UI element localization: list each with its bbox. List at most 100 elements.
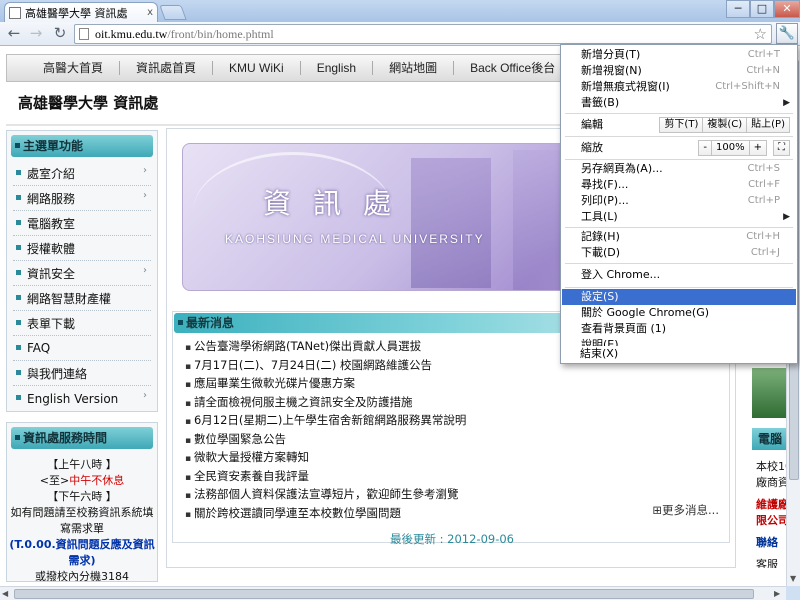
scroll-left-arrow-icon[interactable]: ◀ — [2, 589, 8, 598]
submenu-arrow-icon: ▶ — [783, 98, 790, 108]
sidebar-item-form-downloads[interactable]: 表單下載 — [13, 311, 151, 336]
site-title: 高雄醫學大學 資訊處 — [18, 94, 159, 112]
menu-shortcut: Ctrl+H — [746, 231, 780, 242]
sidebar-item-computer-classroom[interactable]: 電腦教室 — [13, 211, 151, 236]
new-tab-button[interactable] — [159, 5, 187, 20]
chevron-right-icon: › — [143, 390, 147, 401]
url-host: oit.kmu.edu.tw — [95, 26, 168, 41]
back-arrow-icon[interactable]: ← — [4, 25, 24, 43]
window-close-button[interactable]: ✕ — [774, 0, 800, 18]
menu-new-window[interactable]: 新增視窗(N) Ctrl+N — [562, 63, 796, 79]
sidebar-item-licensed-software[interactable]: 授權軟體 — [13, 236, 151, 261]
sidebar-item-info-security[interactable]: 資訊安全 › — [13, 261, 151, 286]
hours-request-link[interactable]: (T.0.00.資訊問題反應及資訊需求) — [9, 537, 155, 569]
paste-button[interactable]: 貼上(P) — [746, 117, 790, 133]
menu-sign-in[interactable]: 登入 Chrome... — [562, 267, 796, 283]
banner-title: 資訊處 — [263, 187, 414, 220]
page-icon — [79, 28, 89, 40]
menu-new-tab[interactable]: 新增分頁(T) Ctrl+T — [562, 47, 796, 63]
browser-titlebar: 高雄醫學大學 資訊處 x ─ □ ✕ — [0, 0, 800, 22]
tab-title: 高雄醫學大學 資訊處 — [25, 6, 128, 20]
sidebar-item-label: 授權軟體 — [27, 241, 76, 256]
bullet-icon — [16, 270, 21, 275]
address-bar[interactable]: oit.kmu.edu.tw /front/bin/home.phtml ☆ — [74, 24, 772, 44]
fullscreen-icon[interactable]: ⛶ — [773, 140, 790, 156]
menu-settings[interactable]: 設定(S) — [562, 289, 796, 305]
copy-button[interactable]: 複製(C) — [702, 117, 748, 133]
nav-link-wiki[interactable]: KMU WiKi — [213, 61, 301, 75]
sidebar-item-network-services[interactable]: 網路服務 › — [13, 186, 151, 211]
menu-tools[interactable]: 工具(L) ▶ — [562, 209, 796, 225]
menu-label: 記錄(H) — [581, 230, 620, 243]
sidebar-item-faq[interactable]: FAQ — [13, 336, 151, 361]
more-news-link[interactable]: ⊞更多消息... — [652, 502, 719, 518]
menu-incognito[interactable]: 新增無痕式視窗(I) Ctrl+Shift+N — [562, 79, 796, 95]
right-column-vendor[interactable]: 限公司 — [756, 512, 786, 528]
sidebar-item-label: 電腦教室 — [27, 216, 76, 231]
bullet-icon — [16, 370, 21, 375]
wrench-icon[interactable]: 🔧 — [776, 23, 798, 44]
window-maximize-button[interactable]: □ — [750, 0, 774, 18]
menu-background-pages[interactable]: 查看背景頁面 (1) — [562, 321, 796, 337]
sidebar-item-network-ip[interactable]: 網路智慧財產權 — [13, 286, 151, 311]
menu-label: 另存網頁為(A)... — [581, 162, 663, 175]
nav-link-english[interactable]: English — [301, 61, 374, 75]
menu-separator — [565, 227, 793, 228]
menu-exit-label-row[interactable]: 結束(X) — [561, 346, 795, 362]
news-item[interactable]: 數位學園緊急公告 — [185, 431, 729, 450]
sidebar-item-label: 網路服務 — [27, 191, 76, 206]
chevron-right-icon: › — [143, 190, 147, 201]
nav-link-sitemap[interactable]: 網站地圖 — [373, 61, 455, 75]
horizontal-scrollbar[interactable]: ◀ ▶ — [0, 586, 786, 600]
star-icon[interactable]: ☆ — [754, 25, 767, 43]
bullet-icon — [16, 170, 21, 175]
news-item[interactable]: 請全面檢視伺服主機之資訊安全及防護措施 — [185, 394, 729, 413]
scroll-down-arrow-icon[interactable]: ▼ — [790, 574, 796, 583]
menu-label: 關於 Google Chrome(G) — [581, 306, 710, 319]
news-item[interactable]: 微軟大量授權方案轉知 — [185, 449, 729, 468]
nav-link-kmu-home[interactable]: 高醫大首頁 — [27, 61, 121, 75]
sidebar-item-label: 資訊安全 — [27, 266, 76, 281]
cut-button[interactable]: 剪下(T) — [659, 117, 704, 133]
menu-about-chrome[interactable]: 關於 Google Chrome(G) — [562, 305, 796, 321]
menu-bookmarks[interactable]: 書籤(B) ▶ — [562, 95, 796, 111]
menu-downloads[interactable]: 下載(D) Ctrl+J — [562, 245, 796, 261]
news-item[interactable]: 關於跨校選讀同學連至本校數位學園問題 — [185, 505, 729, 524]
browser-tab[interactable]: 高雄醫學大學 資訊處 x — [4, 2, 158, 22]
menu-separator — [565, 287, 793, 288]
right-column-vendor[interactable]: 維護廠 — [756, 496, 786, 512]
window-minimize-button[interactable]: ─ — [726, 0, 750, 18]
sidebar-item-english-version[interactable]: English Version › — [13, 386, 151, 411]
horizontal-scroll-thumb[interactable] — [14, 589, 754, 599]
sidebar-item-label: 表單下載 — [27, 316, 76, 331]
right-column-contact[interactable]: 聯絡 — [756, 534, 778, 550]
news-item[interactable]: 應屆畢業生微軟光碟片優惠方案 — [185, 375, 729, 394]
zoom-out-button[interactable]: - — [698, 140, 713, 156]
news-item[interactable]: 法務部個人資料保護法宣導短片，歡迎師生參考瀏覽 — [185, 486, 729, 505]
zoom-in-button[interactable]: + — [748, 140, 767, 156]
sidebar-item-contact[interactable]: 與我們連絡 — [13, 361, 151, 386]
hours-phone: 或撥校內分機3184 — [35, 570, 129, 581]
menu-label: 新增無痕式視窗(I) — [581, 80, 670, 93]
sidebar-item-label: 與我們連絡 — [27, 366, 88, 381]
menu-save-as[interactable]: 另存網頁為(A)... Ctrl+S — [562, 161, 796, 177]
tab-close-icon[interactable]: x — [147, 7, 153, 18]
sidebar-item-office-intro[interactable]: 處室介紹 › — [13, 161, 151, 186]
menu-print[interactable]: 列印(P)... Ctrl+P — [562, 193, 796, 209]
banner-building — [411, 158, 491, 288]
reload-icon[interactable]: ↻ — [50, 25, 70, 43]
menu-history[interactable]: 記錄(H) Ctrl+H — [562, 229, 796, 245]
news-item[interactable]: 全民資安素養自我評量 — [185, 468, 729, 487]
zoom-level: 100% — [711, 140, 750, 156]
menu-label: 尋找(F)... — [581, 178, 629, 191]
nav-link-oit-home[interactable]: 資訊處首頁 — [120, 61, 214, 75]
nav-link-back-office[interactable]: Back Office後台 — [454, 61, 571, 75]
news-item[interactable]: 6月12日(星期二)上午學生宿舍新館網路服務異常說明 — [185, 412, 729, 431]
scroll-right-arrow-icon[interactable]: ▶ — [774, 589, 780, 598]
sidebar-item-label: 處室介紹 — [27, 166, 76, 181]
service-hours-box: 資訊處服務時間 【上午八時 】 <至>中午不休息 【下午六時 】 如有問題請至校… — [6, 422, 158, 582]
hours-to: <至> — [39, 474, 70, 487]
submenu-arrow-icon: ▶ — [783, 212, 790, 222]
forward-arrow-icon[interactable]: → — [26, 25, 46, 43]
menu-find[interactable]: 尋找(F)... Ctrl+F — [562, 177, 796, 193]
